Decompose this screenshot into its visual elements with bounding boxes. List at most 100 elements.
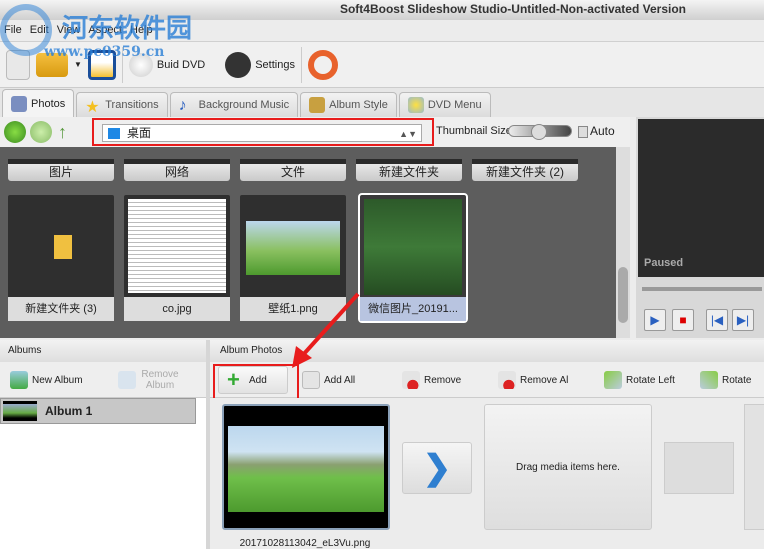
navigation-bar: ↑ 桌面 ▲▼ Thumbnail Size: Auto — [0, 117, 630, 147]
open-project-icon[interactable] — [36, 52, 68, 77]
seek-slider[interactable] — [642, 287, 762, 291]
tab-label: Photos — [31, 97, 66, 110]
add-button[interactable]: + Add — [213, 364, 299, 402]
dvd-check-icon — [128, 52, 153, 77]
thumbnail-size-label: Thumbnail Size: — [436, 125, 515, 137]
thumbnail-size-slider[interactable] — [508, 124, 572, 140]
remove-all-icon — [498, 371, 516, 389]
albums-header: Albums — [0, 340, 206, 362]
file-item[interactable]: 壁纸1.png — [240, 195, 346, 321]
tab-label: DVD Menu — [427, 99, 482, 111]
rotate-right-icon — [700, 371, 718, 389]
tab-dvd-menu[interactable]: DVD Menu — [398, 92, 491, 117]
folder-item[interactable]: 图片 — [8, 159, 114, 181]
tab-label: Transitions — [105, 99, 159, 111]
main-toolbar: ▼ Buid DVD Settings — [0, 42, 764, 88]
album-item[interactable]: Album 1 — [0, 398, 196, 424]
add-all-button[interactable]: Add All — [302, 366, 355, 394]
transition-arrow-icon[interactable]: ❯ — [402, 442, 472, 494]
folder-item[interactable]: 文件 — [240, 159, 346, 181]
tab-label: Album Style — [329, 99, 388, 111]
remove-button[interactable]: Remove — [402, 366, 461, 394]
rotate-right-button[interactable]: Rotate — [700, 366, 751, 394]
checkbox-icon — [578, 125, 588, 138]
remove-all-button[interactable]: Remove Al — [498, 366, 568, 394]
settings-button[interactable]: Settings — [225, 51, 295, 78]
remove-album-button[interactable]: Remove Album — [118, 366, 188, 394]
select-arrows-icon: ▲▼ — [399, 129, 417, 139]
auto-checkbox[interactable]: Auto — [578, 124, 615, 138]
album-photos-header: Album Photos — [210, 340, 764, 362]
folder-label: 图片 — [48, 165, 73, 179]
folder-item[interactable]: 新建文件夹 (2) — [472, 159, 578, 181]
file-label: 壁纸1.png — [240, 297, 346, 321]
tab-photos[interactable]: Photos — [2, 89, 75, 117]
image-thumbnail — [246, 221, 340, 275]
save-icon[interactable] — [87, 49, 116, 80]
album-style-icon — [309, 97, 326, 113]
transition-slot[interactable] — [664, 442, 734, 494]
up-folder-icon[interactable]: ↑ — [58, 122, 67, 143]
album-photos-toolbar: + Add Add All Remove Remove Al Rotate Lef… — [210, 362, 764, 402]
tab-label: Background Music — [198, 99, 290, 111]
new-album-button[interactable]: New Album — [10, 366, 83, 394]
button-label: Remove — [424, 374, 462, 386]
tab-transitions[interactable]: ★ Transitions — [76, 92, 168, 117]
menu-view[interactable]: View — [53, 20, 85, 40]
button-label: Add All — [324, 374, 356, 386]
new-project-icon[interactable] — [6, 49, 30, 80]
photo-thumbnail — [228, 426, 384, 512]
forward-icon[interactable] — [30, 121, 52, 143]
image-thumbnail — [364, 199, 462, 295]
menu-aspect[interactable]: Aspect — [84, 20, 126, 40]
file-item-selected[interactable]: 微信图片_20191... — [358, 193, 468, 323]
button-label: Remove Al — [520, 374, 569, 386]
menu-help[interactable]: Help — [126, 20, 157, 40]
drop-zone[interactable]: Drag media items here. — [484, 404, 652, 530]
divider — [300, 46, 302, 83]
previous-button[interactable]: |◀ — [706, 309, 728, 331]
file-browser: 图片 网络 文件 新建文件夹 新建文件夹 (2) 新建文件夹 (3) co.jp… — [0, 147, 630, 338]
photos-icon — [11, 95, 27, 112]
rotate-left-button[interactable]: Rotate Left — [604, 366, 675, 394]
new-album-icon — [10, 371, 28, 389]
folder-label: 新建文件夹 (2) — [485, 165, 564, 179]
settings-label: Settings — [255, 58, 295, 71]
drop-hint: Drag media items here. — [516, 462, 620, 473]
menu-bar: File Edit View Aspect Help — [0, 20, 764, 42]
playback-status: Paused — [644, 257, 684, 269]
browser-scrollbar[interactable] — [616, 147, 630, 338]
album-photo[interactable] — [222, 404, 390, 530]
remove-icon — [402, 371, 420, 389]
music-note-icon: ♪ — [178, 97, 187, 114]
next-button[interactable]: ▶| — [732, 309, 754, 331]
folder-label: 文件 — [280, 165, 305, 179]
path-value: 桌面 — [127, 126, 152, 140]
folder-item[interactable]: 网络 — [124, 159, 230, 181]
path-select[interactable]: 桌面 ▲▼ — [102, 124, 422, 142]
stop-button[interactable]: ■ — [672, 309, 694, 331]
folder-item[interactable]: 新建文件夹 — [356, 159, 462, 181]
folder-icon — [54, 235, 72, 259]
back-icon[interactable] — [4, 121, 26, 143]
dvd-menu-icon — [407, 97, 424, 113]
help-lifebuoy-icon[interactable] — [307, 49, 338, 80]
title-bar: Soft4Boost Slideshow Studio-Untitled-Non… — [0, 0, 764, 20]
add-all-icon — [302, 371, 320, 389]
build-dvd-button[interactable]: Buid DVD — [128, 52, 206, 77]
dropdown-arrow-icon[interactable]: ▼ — [74, 60, 82, 69]
button-label: New Album — [32, 374, 83, 386]
menu-edit[interactable]: Edit — [26, 20, 53, 40]
empty-photo-slot[interactable] — [744, 404, 764, 530]
play-button[interactable]: ▶ — [644, 309, 666, 331]
tab-bar: Photos ★ Transitions ♪ Background Music Al… — [0, 88, 764, 117]
build-dvd-label: Buid DVD — [156, 58, 206, 71]
file-item[interactable]: 新建文件夹 (3) — [8, 195, 114, 321]
file-item[interactable]: co.jpg — [124, 195, 230, 321]
tab-background-music[interactable]: ♪ Background Music — [169, 92, 299, 117]
star-icon: ★ — [85, 99, 100, 116]
albums-toolbar: New Album Remove Album — [0, 362, 206, 398]
tab-album-style[interactable]: Album Style — [300, 92, 397, 117]
divider — [121, 46, 123, 83]
menu-file[interactable]: File — [0, 20, 26, 40]
